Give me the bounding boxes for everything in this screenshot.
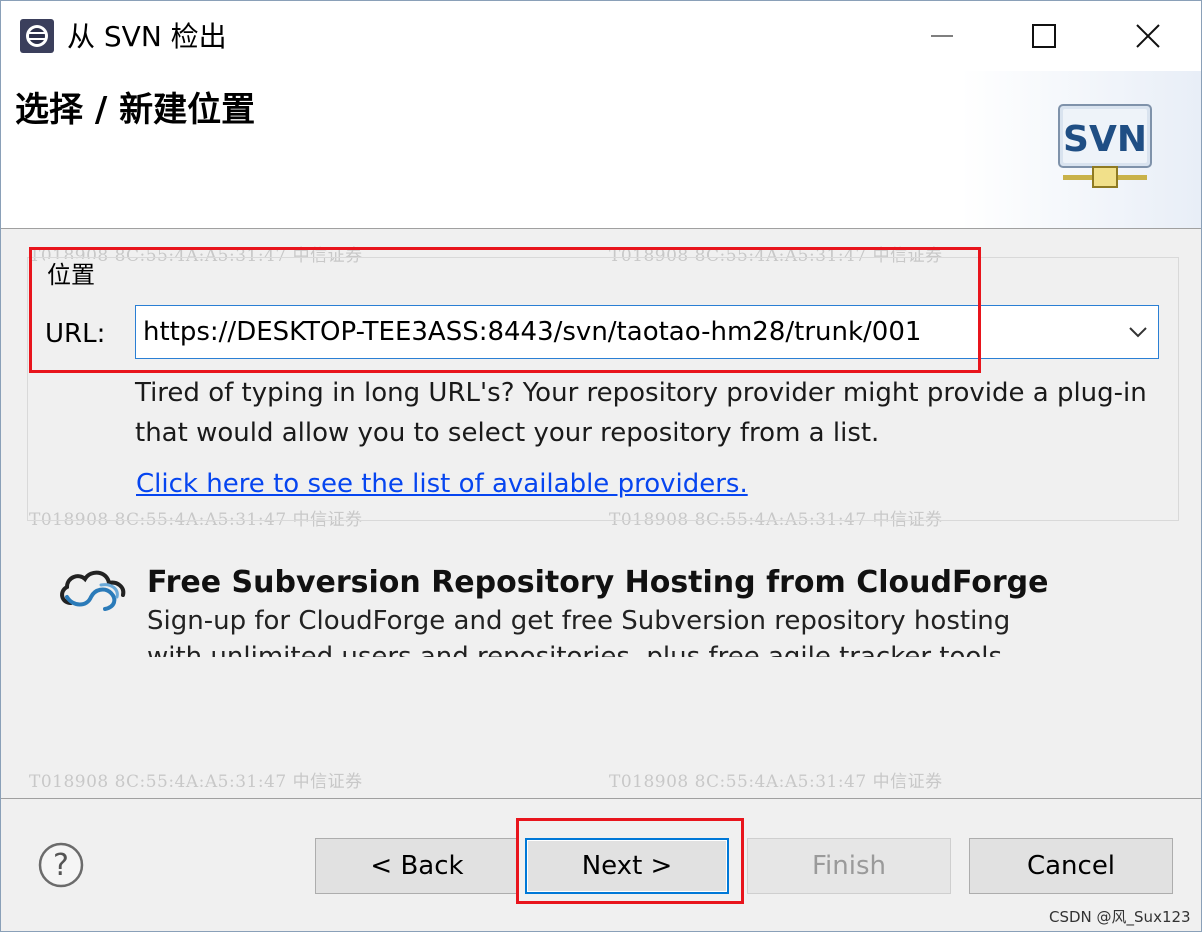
eclipse-app-icon bbox=[20, 19, 54, 53]
providers-link[interactable]: Click here to see the list of available … bbox=[136, 465, 748, 503]
cloudforge-icon bbox=[60, 570, 126, 611]
maximize-button[interactable] bbox=[991, 1, 1097, 71]
cloudforge-description-area: Sign-up for CloudForge and get free Subv… bbox=[147, 603, 1067, 657]
cloudforge-title: Free Subversion Repository Hosting from … bbox=[147, 565, 1049, 600]
minimize-icon bbox=[931, 35, 953, 37]
url-highlight-box bbox=[29, 247, 981, 373]
wizard-header: 选择 / 新建位置 SVN bbox=[1, 71, 1201, 229]
help-icon[interactable]: ? bbox=[37, 841, 85, 889]
next-highlight-box bbox=[516, 818, 744, 904]
maximize-icon bbox=[1032, 24, 1056, 48]
title-bar: 从 SVN 检出 bbox=[1, 1, 1201, 71]
page-title: 选择 / 新建位置 bbox=[15, 90, 256, 130]
svn-logo-icon: SVN bbox=[1058, 104, 1152, 188]
chevron-down-icon bbox=[1129, 327, 1147, 338]
source-credit: CSDN @风_Sux123 bbox=[1049, 908, 1191, 926]
footer-separator bbox=[1, 798, 1201, 799]
svn-logo-text: SVN bbox=[1063, 119, 1147, 160]
close-button[interactable] bbox=[1095, 1, 1201, 71]
back-button[interactable]: < Back bbox=[315, 838, 519, 894]
url-tip-text: Tired of typing in long URL's? Your repo… bbox=[135, 378, 1147, 448]
watermark-text: T018908 8C:55:4A:A5:31:47 中信证券 bbox=[609, 772, 943, 792]
help-glyph: ? bbox=[53, 848, 69, 883]
minimize-button[interactable] bbox=[889, 1, 995, 71]
cloudforge-description: Sign-up for CloudForge and get free Subv… bbox=[147, 606, 1011, 657]
finish-button: Finish bbox=[747, 838, 951, 894]
window-title: 从 SVN 检出 bbox=[67, 20, 227, 53]
url-dropdown-button[interactable] bbox=[1124, 319, 1152, 345]
close-icon bbox=[1136, 24, 1160, 48]
svn-checkout-dialog: 从 SVN 检出 选择 / 新建位置 SVN T018908 8C:55:4A:… bbox=[0, 0, 1202, 932]
watermark-text: T018908 8C:55:4A:A5:31:47 中信证券 bbox=[29, 772, 363, 792]
cancel-button[interactable]: Cancel bbox=[969, 838, 1173, 894]
